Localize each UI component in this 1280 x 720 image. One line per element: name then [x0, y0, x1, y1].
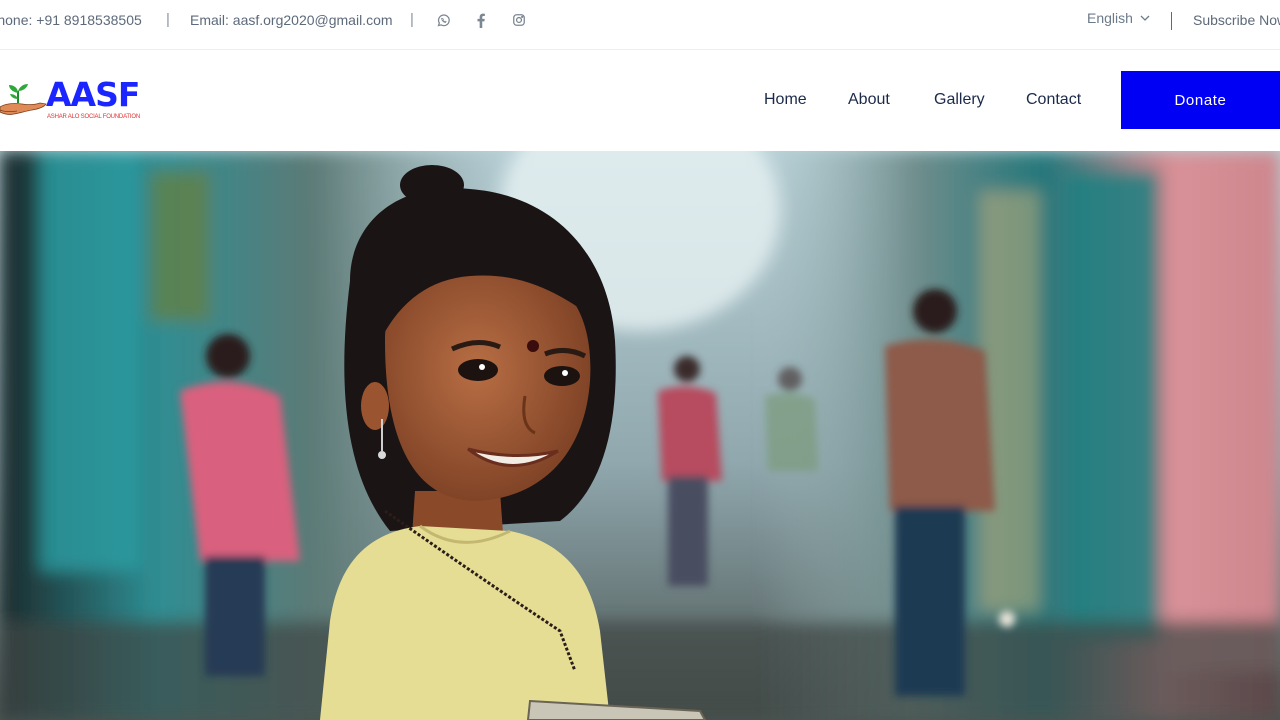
nav-home[interactable]: Home [764, 91, 807, 109]
language-label: English [1087, 10, 1133, 26]
hero-banner [0, 151, 1280, 720]
divider [1171, 12, 1172, 30]
hero-photo [0, 151, 1280, 720]
chevron-down-icon [1140, 15, 1150, 21]
nav-about[interactable]: About [848, 91, 890, 109]
logo-text: AASF [46, 75, 140, 114]
site-logo[interactable]: AASF ASHAR ALO SOCIAL FOUNDATION [0, 75, 140, 127]
main-header: AASF ASHAR ALO SOCIAL FOUNDATION Home Ab… [0, 51, 1280, 151]
logo-tagline: ASHAR ALO SOCIAL FOUNDATION [47, 114, 140, 120]
top-info-bar: Phone: +91 8918538505 | Email: aasf.org2… [0, 0, 1280, 50]
nav-gallery[interactable]: Gallery [934, 91, 985, 109]
contact-phone[interactable]: Phone: +91 8918538505 [0, 12, 142, 28]
language-select[interactable]: English [1087, 10, 1150, 26]
divider: | [410, 11, 414, 28]
instagram-icon[interactable] [511, 11, 527, 29]
donate-button[interactable]: Donate [1121, 71, 1280, 129]
whatsapp-icon[interactable] [435, 11, 451, 29]
subscribe-link[interactable]: Subscribe Now [1193, 12, 1280, 28]
nav-contact[interactable]: Contact [1026, 91, 1081, 109]
contact-email[interactable]: Email: aasf.org2020@gmail.com [190, 12, 393, 28]
facebook-icon[interactable] [473, 11, 489, 29]
divider: | [166, 11, 170, 28]
hand-sapling-icon [0, 84, 47, 115]
